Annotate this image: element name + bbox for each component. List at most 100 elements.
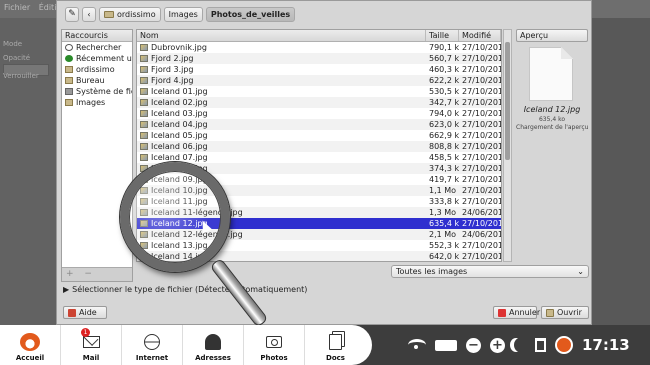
- sleep-icon[interactable]: [514, 338, 526, 352]
- docs-icon: [329, 334, 342, 350]
- column-header-size[interactable]: Taille: [426, 30, 459, 41]
- file-row[interactable]: Iceland 04.jpg 623,0 ko27/10/2010: [137, 119, 501, 130]
- file-name-cell: Fjord 2.jpg: [137, 54, 426, 63]
- file-size: 458,5 ko: [429, 153, 459, 162]
- cancel-button[interactable]: Annuler: [493, 306, 540, 319]
- file-row[interactable]: Fjord 4.jpg 622,2 ko27/10/2010: [137, 75, 501, 86]
- drive-icon: [65, 88, 73, 95]
- path-segment-label: ordissimo: [117, 9, 156, 19]
- filetype-label: Sélectionner le type de fichier (Détecté…: [72, 285, 308, 294]
- path-back-button[interactable]: ‹: [82, 6, 96, 22]
- place-label: Images: [76, 98, 106, 107]
- power-icon[interactable]: [555, 336, 573, 354]
- app-label: Photos: [260, 354, 288, 362]
- folder-icon: [65, 77, 73, 84]
- battery-icon[interactable]: [435, 339, 457, 351]
- place-recent[interactable]: Récemment uti...: [62, 53, 132, 64]
- app-label: Docs: [326, 354, 345, 362]
- clock: 17:13: [582, 336, 630, 354]
- path-segment-images[interactable]: Images: [163, 6, 203, 22]
- file-row[interactable]: Dubrovnik.jpg 790,1 ko27/10/2010: [137, 42, 501, 53]
- file-row[interactable]: Fjord 3.jpg 460,3 ko27/10/2010: [137, 64, 501, 75]
- image-file-icon: [140, 99, 148, 106]
- zoom-out-icon[interactable]: −: [466, 337, 481, 353]
- remove-place-button[interactable]: −: [84, 269, 92, 279]
- chevron-left-icon: ‹: [87, 9, 91, 19]
- file-chooser-dialog: ✎ ‹ ordissimo Images Photos_de_veilles R…: [56, 0, 592, 325]
- home-icon: [20, 333, 40, 351]
- file-modified: 27/10/2010: [462, 76, 501, 85]
- app-photos[interactable]: Photos: [244, 325, 305, 365]
- wifi-icon[interactable]: [408, 339, 426, 351]
- file-size: 374,3 ko: [429, 164, 459, 173]
- place-images[interactable]: Images: [62, 97, 132, 108]
- file-name: Iceland 01.jpg: [151, 87, 208, 96]
- app-launcher: Accueil 1 Mail Internet Adresses Photos …: [0, 325, 372, 365]
- path-segment-photos[interactable]: Photos_de_veilles: [205, 6, 296, 22]
- file-row[interactable]: Iceland 06.jpg 808,8 ko27/10/2010: [137, 141, 501, 152]
- trash-icon[interactable]: [535, 338, 546, 352]
- column-header-name[interactable]: Nom: [137, 30, 426, 41]
- mail-badge: 1: [81, 328, 90, 337]
- preview-filesize: 635,4 ko: [538, 116, 565, 123]
- place-label: Système de fic...: [76, 87, 132, 96]
- open-button[interactable]: Ouvrir: [541, 306, 589, 319]
- file-size: 642,0 ko: [429, 252, 459, 261]
- path-segment-label: Photos_de_veilles: [210, 9, 291, 19]
- image-file-icon: [140, 132, 148, 139]
- file-size: 333,8 ko: [429, 197, 459, 206]
- place-label: ordissimo: [76, 65, 115, 74]
- file-row[interactable]: Iceland 02.jpg 342,7 ko27/10/2010: [137, 97, 501, 108]
- help-label: Aide: [79, 308, 97, 317]
- file-size: 794,0 ko: [429, 109, 459, 118]
- file-list-scrollbar[interactable]: [503, 29, 512, 262]
- scrollbar-thumb[interactable]: [505, 42, 510, 160]
- app-docs[interactable]: Docs: [305, 325, 366, 365]
- file-size: 1,3 Mo: [429, 208, 457, 217]
- filetype-expander[interactable]: ▶ Sélectionner le type de fichier (Détec…: [63, 285, 307, 294]
- file-size: 342,7 ko: [429, 98, 459, 107]
- file-name: Fjord 4.jpg: [151, 76, 194, 85]
- edit-path-button[interactable]: ✎: [65, 6, 79, 22]
- app-adresses[interactable]: Adresses: [183, 325, 244, 365]
- folder-open-icon: [546, 308, 554, 317]
- cancel-icon: [498, 308, 506, 317]
- file-row[interactable]: Iceland 05.jpg 662,9 ko27/10/2010: [137, 130, 501, 141]
- folder-icon: [65, 99, 73, 106]
- help-button[interactable]: Aide: [63, 306, 107, 319]
- app-accueil[interactable]: Accueil: [0, 325, 61, 365]
- place-rechercher[interactable]: Rechercher: [62, 42, 132, 53]
- zoom-in-icon[interactable]: +: [490, 337, 505, 353]
- file-size: 419,7 ko: [429, 175, 459, 184]
- file-row[interactable]: Iceland 01.jpg 530,5 ko27/10/2010: [137, 86, 501, 97]
- file-row[interactable]: Iceland 03.jpg 794,0 ko27/10/2010: [137, 108, 501, 119]
- file-row[interactable]: Fjord 2.jpg 560,7 ko27/10/2010: [137, 53, 501, 64]
- file-name-cell: Iceland 02.jpg: [137, 98, 426, 107]
- file-modified: 27/10/2010: [462, 109, 501, 118]
- filter-value: Toutes les images: [396, 267, 468, 276]
- app-mail[interactable]: 1 Mail: [61, 325, 122, 365]
- places-footer: + −: [62, 267, 132, 281]
- file-row[interactable]: Iceland 07.jpg 458,5 ko27/10/2010: [137, 152, 501, 163]
- preview-button[interactable]: Aperçu: [516, 29, 588, 42]
- file-filter-select[interactable]: Toutes les images ⌄: [391, 265, 589, 278]
- add-place-button[interactable]: +: [66, 269, 74, 279]
- place-label: Récemment uti...: [76, 54, 132, 63]
- file-name-cell: Iceland 04.jpg: [137, 120, 426, 129]
- column-header-modified[interactable]: Modifié: [459, 30, 501, 41]
- help-icon: [68, 308, 76, 317]
- file-modified: 27/10/2010: [462, 175, 501, 184]
- place-ordissimo[interactable]: ordissimo: [62, 64, 132, 75]
- image-file-icon: [140, 77, 148, 84]
- file-modified: 27/10/2010: [462, 164, 501, 173]
- contacts-icon: [205, 334, 221, 350]
- app-internet[interactable]: Internet: [122, 325, 183, 365]
- pencil-icon: ✎: [68, 9, 76, 19]
- file-modified: 27/10/2010: [462, 98, 501, 107]
- recent-icon: [65, 55, 73, 62]
- file-name-cell: Iceland 05.jpg: [137, 131, 426, 140]
- file-name-cell: Iceland 03.jpg: [137, 109, 426, 118]
- path-segment-ordissimo[interactable]: ordissimo: [99, 6, 161, 22]
- place-filesystem[interactable]: Système de fic...: [62, 86, 132, 97]
- place-bureau[interactable]: Bureau: [62, 75, 132, 86]
